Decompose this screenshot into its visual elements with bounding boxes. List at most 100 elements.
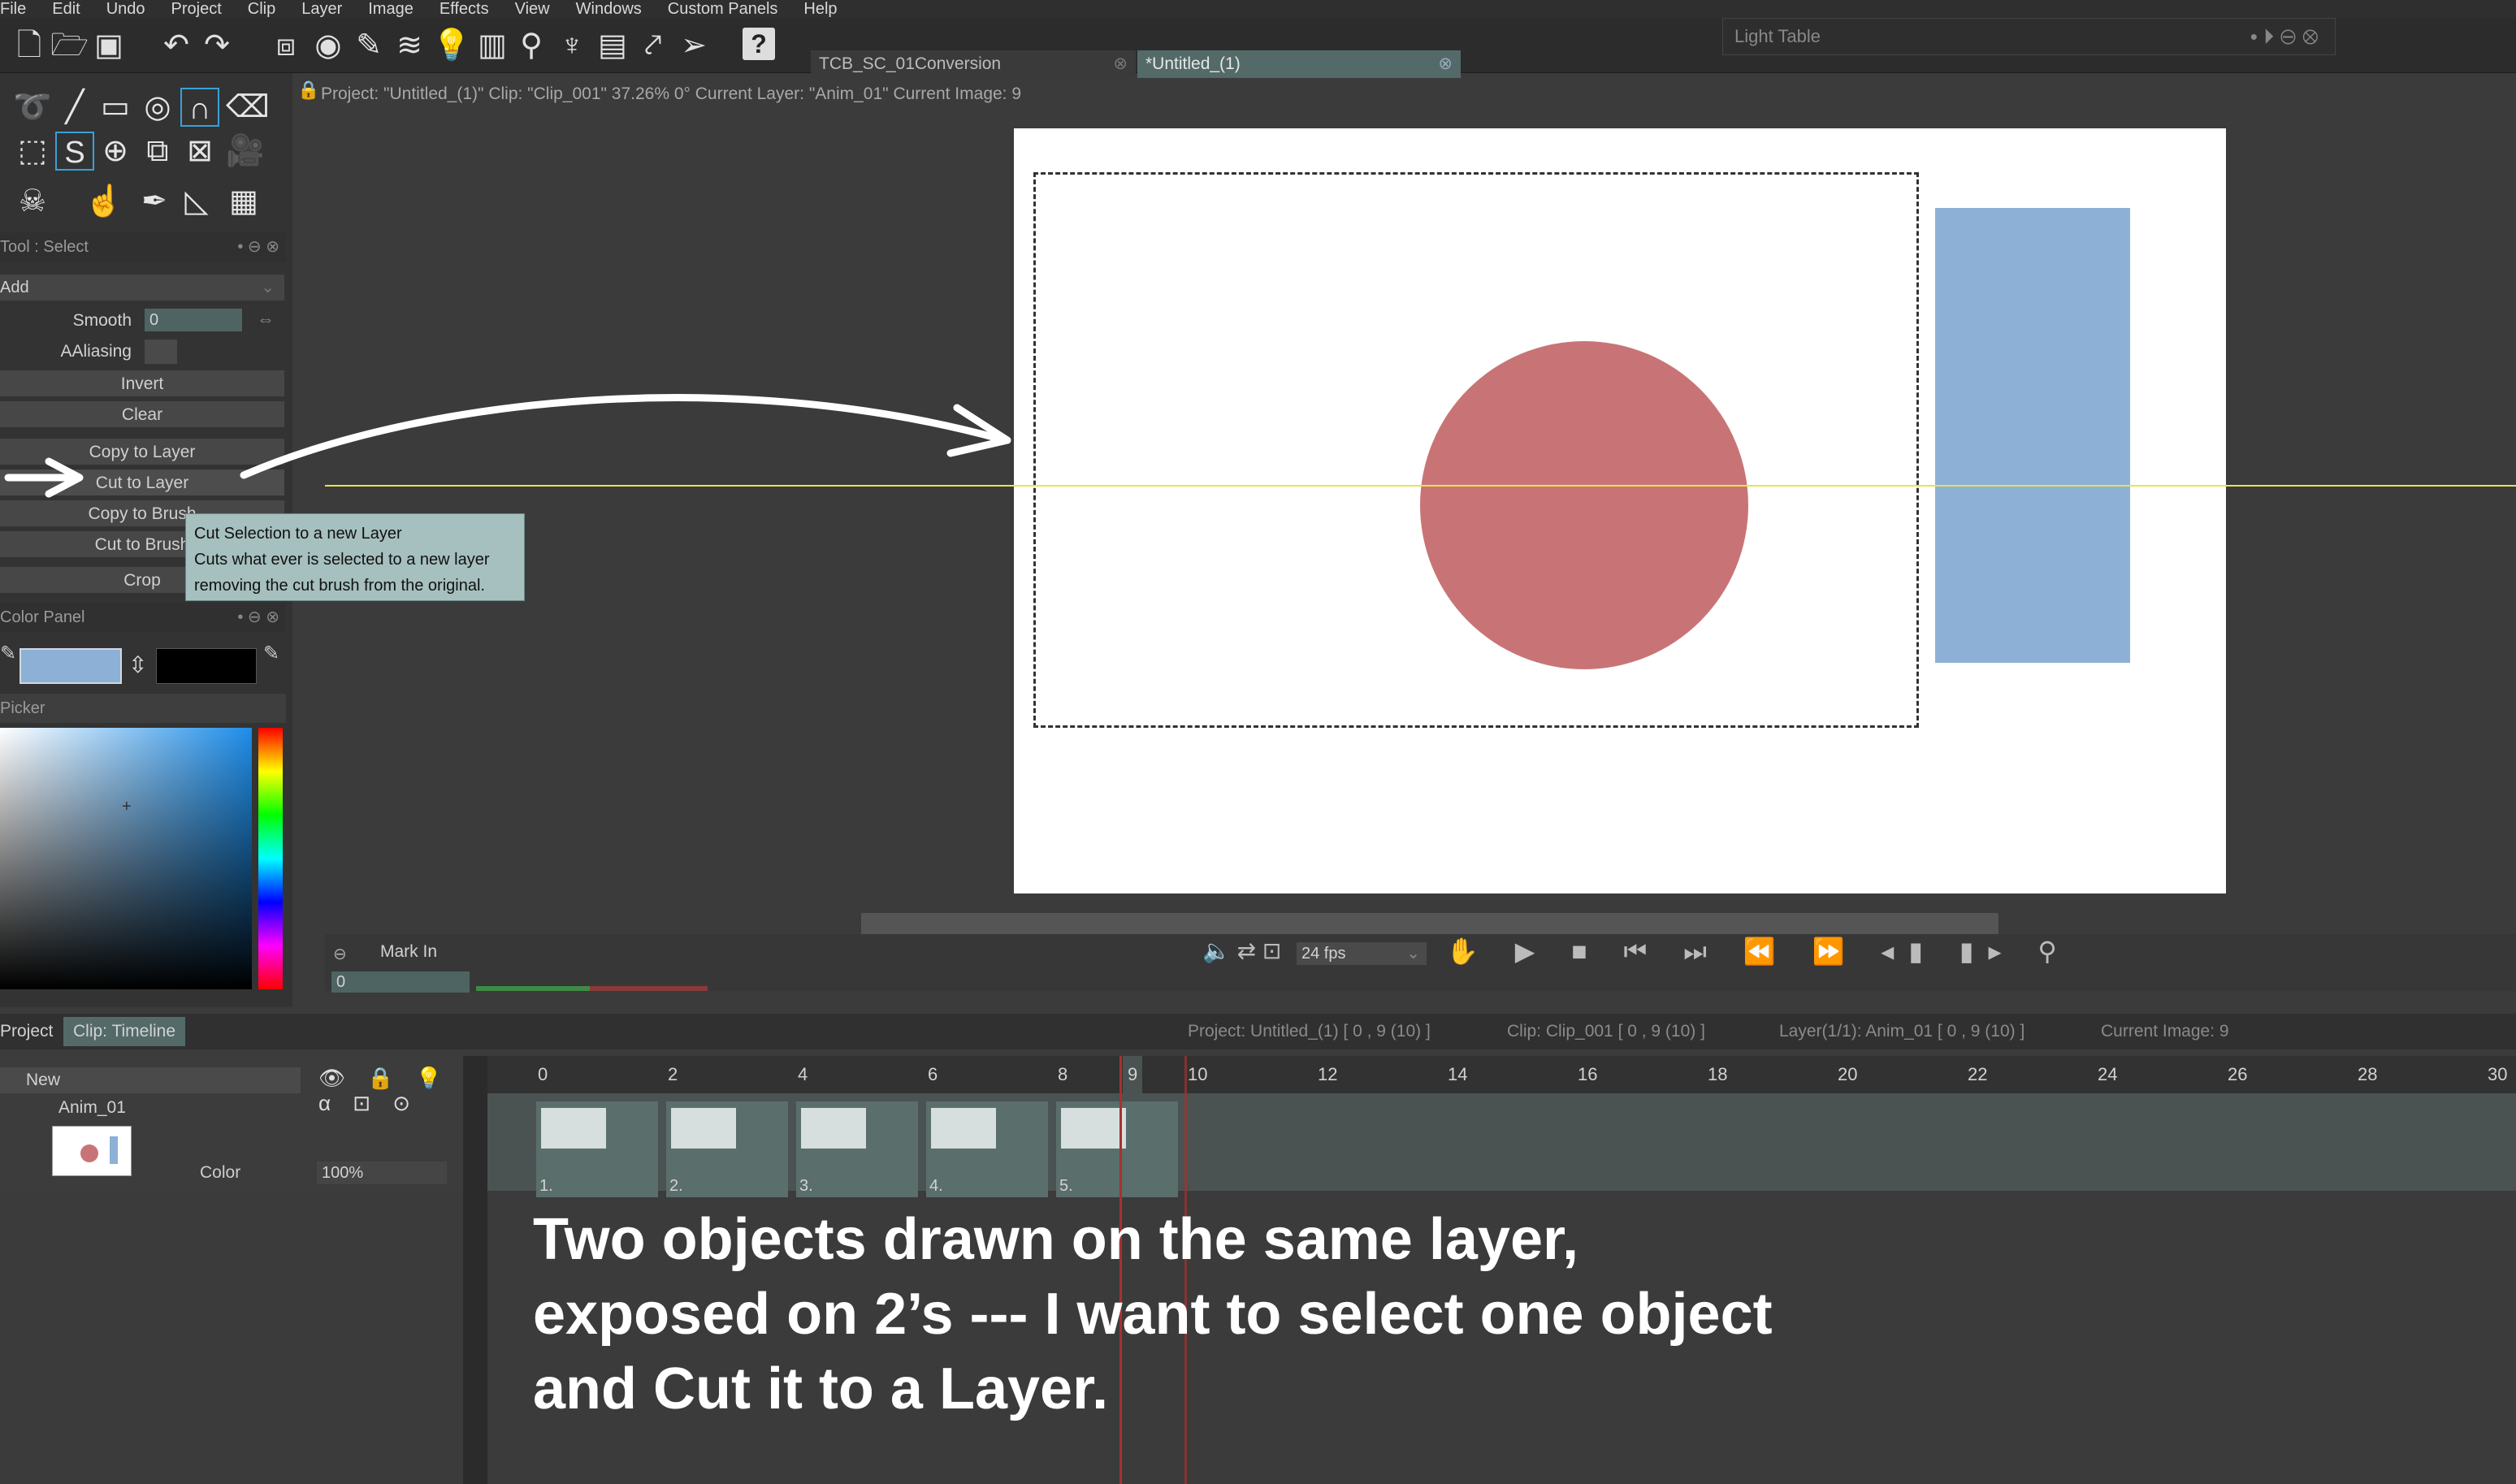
picker-cursor-icon: + bbox=[122, 798, 132, 816]
close-icon[interactable]: ⊗ bbox=[1113, 50, 1128, 78]
marker-icon[interactable]: ⊖ bbox=[333, 944, 347, 964]
color-panel-header: Color Panel • ⊖ ⊗ bbox=[0, 603, 286, 632]
doc-tab-tcb[interactable]: TCB_SC_01Conversion ⊗ bbox=[811, 50, 1136, 78]
tab-project[interactable]: Project bbox=[0, 1014, 53, 1049]
open-folder-icon[interactable]: 🗁 bbox=[50, 28, 89, 63]
onion-skin-icon[interactable]: ♆ bbox=[554, 28, 590, 63]
fps-select[interactable]: 24 fps ⌄ bbox=[1297, 942, 1427, 965]
menu-help[interactable]: Help bbox=[803, 0, 837, 19]
red-circle-object bbox=[1420, 341, 1748, 669]
timeline-track[interactable] bbox=[487, 1093, 2516, 1191]
opacity-input[interactable]: 100% bbox=[317, 1162, 447, 1184]
ruler-tick: 14 bbox=[1448, 1064, 1468, 1084]
menu-windows[interactable]: Windows bbox=[576, 0, 642, 19]
hue-slider[interactable] bbox=[258, 728, 283, 989]
timeline-splitter[interactable] bbox=[463, 1056, 487, 1484]
redo-icon[interactable]: ↷ bbox=[199, 28, 235, 63]
color-wheel-icon[interactable]: ◉ bbox=[310, 28, 346, 63]
menu-view[interactable]: View bbox=[515, 0, 550, 19]
layers-icon[interactable]: ≋ bbox=[392, 28, 427, 63]
frame-label: 5. bbox=[1059, 1177, 1073, 1195]
panel-controls-icon[interactable]: • ⏵ ⊖ ⊗ bbox=[2250, 19, 2319, 54]
search-icon[interactable]: ⚲ bbox=[513, 28, 549, 63]
menu-file[interactable]: File bbox=[0, 0, 26, 19]
lasso-icon[interactable]: ➰ bbox=[13, 88, 52, 127]
eyedropper-icon[interactable]: ✎ bbox=[0, 642, 16, 665]
close-icon[interactable]: ⊗ bbox=[1438, 50, 1453, 78]
ruler-tick: 20 bbox=[1838, 1064, 1858, 1084]
fill-tool-icon[interactable]: ⊕ bbox=[96, 132, 135, 171]
layer-name[interactable]: Anim_01 bbox=[58, 1098, 126, 1118]
timeline-frame[interactable]: 3. bbox=[796, 1101, 918, 1197]
panel-close-icon[interactable]: • ⊖ ⊗ bbox=[237, 603, 279, 632]
rectangle-tool-icon[interactable]: ▭ bbox=[96, 88, 135, 127]
menu-image[interactable]: Image bbox=[368, 0, 414, 19]
swap-colors-icon[interactable]: ⇳ bbox=[128, 651, 147, 678]
graph-icon[interactable]: ⤤ bbox=[635, 28, 671, 63]
smooth-input[interactable]: 0 bbox=[145, 309, 242, 331]
chevron-down-icon: ⌄ bbox=[261, 279, 275, 296]
menu-custom-panels[interactable]: Custom Panels bbox=[668, 0, 778, 19]
doc-tab-untitled[interactable]: *Untitled_(1) ⊗ bbox=[1137, 50, 1461, 78]
tool-panel-title: Tool : Select bbox=[0, 238, 89, 256]
eraser-icon[interactable]: ⌫ bbox=[226, 88, 270, 127]
line-tool-icon[interactable]: ╱ bbox=[55, 88, 94, 127]
ruler-tick: 12 bbox=[1318, 1064, 1338, 1084]
library-icon[interactable]: ▤ bbox=[595, 28, 630, 63]
transform-tool-icon[interactable]: ⧉ bbox=[138, 132, 177, 171]
xsheet-icon[interactable]: ▥ bbox=[474, 28, 510, 63]
timeline-frame[interactable]: 1. bbox=[536, 1101, 658, 1197]
stepper-icon[interactable]: ⇔ bbox=[257, 309, 275, 330]
menu-edit[interactable]: Edit bbox=[52, 0, 80, 19]
new-file-icon[interactable]: 🗋 bbox=[11, 28, 47, 63]
eyedropper-icon[interactable]: ✒ bbox=[135, 182, 174, 221]
toolbox-icon[interactable]: ⧈ bbox=[268, 28, 304, 63]
color-picker-field[interactable] bbox=[0, 728, 252, 989]
camera-icon[interactable]: 🎥 bbox=[226, 132, 265, 171]
mode-select[interactable]: Add ⌄ bbox=[0, 275, 284, 301]
frame-label: 4. bbox=[929, 1177, 943, 1195]
tab-clip-timeline[interactable]: Clip: Timeline bbox=[63, 1017, 186, 1046]
menu-undo[interactable]: Undo bbox=[106, 0, 145, 19]
timeline-ruler[interactable]: 0 2 4 6 8 9 10 12 14 16 18 20 22 24 26 2… bbox=[487, 1056, 2516, 1093]
help-icon[interactable]: ? bbox=[743, 28, 775, 60]
color-panel-title: Color Panel bbox=[0, 608, 85, 626]
transport-left-icons[interactable]: 🔈 ⇄ ⊡ bbox=[1202, 937, 1281, 964]
select-tool-icon[interactable]: S bbox=[55, 132, 94, 171]
layer-toggle-icons[interactable]: 👁 🔒 💡 α ⊡ ⊙ bbox=[318, 1066, 463, 1116]
frame-input[interactable]: 0 bbox=[331, 971, 470, 993]
light-table-icon[interactable]: 💡 bbox=[432, 28, 470, 63]
save-icon[interactable]: ▣ bbox=[91, 28, 127, 63]
timeline-frame[interactable]: 4. bbox=[926, 1101, 1048, 1197]
lock-icon[interactable]: 🔒 bbox=[297, 80, 319, 101]
primary-color-swatch[interactable] bbox=[19, 648, 122, 684]
skull-icon[interactable]: ☠ bbox=[13, 182, 52, 221]
menu-effects[interactable]: Effects bbox=[440, 0, 489, 19]
warp-tool-icon[interactable]: ⊠ bbox=[180, 132, 219, 171]
hand-icon[interactable]: ☝ bbox=[84, 182, 123, 221]
caption-line: and Cut it to a Layer. bbox=[533, 1356, 1109, 1421]
undo-icon[interactable]: ↶ bbox=[158, 28, 194, 63]
ruler-tick: 10 bbox=[1188, 1064, 1208, 1084]
bezier-tool-icon[interactable]: ∩ bbox=[180, 88, 219, 127]
pointer-arrow bbox=[4, 457, 84, 498]
new-layer-select[interactable]: New bbox=[0, 1067, 301, 1093]
secondary-color-swatch[interactable] bbox=[156, 648, 257, 684]
layer-thumbnail[interactable] bbox=[52, 1126, 132, 1176]
mode-value: Add bbox=[0, 279, 29, 296]
brush-icon[interactable]: ✎ bbox=[351, 28, 387, 63]
menu-clip[interactable]: Clip bbox=[248, 0, 275, 19]
timeline-frame[interactable]: 5. bbox=[1056, 1101, 1178, 1197]
grid-tool-icon[interactable]: ▦ bbox=[224, 182, 263, 221]
eyedropper-icon[interactable]: ✎ bbox=[263, 642, 279, 665]
menu-project[interactable]: Project bbox=[171, 0, 222, 19]
playback-controls[interactable]: ✋ ▶ ■ ⏮ ⏭ ⏪ ⏩ ◂▮ ▮▸ ⚲ bbox=[1446, 936, 2072, 967]
ellipse-tool-icon[interactable]: ◎ bbox=[138, 88, 177, 127]
marquee-select-icon[interactable]: ⬚ bbox=[13, 132, 52, 171]
horizontal-scrollbar[interactable] bbox=[861, 913, 1999, 936]
ruler-tool-icon[interactable]: ◺ bbox=[177, 182, 216, 221]
send-icon[interactable]: ➢ bbox=[676, 28, 712, 63]
menu-layer[interactable]: Layer bbox=[301, 0, 342, 19]
panel-close-icon[interactable]: • ⊖ ⊗ bbox=[237, 232, 279, 262]
timeline-frame[interactable]: 2. bbox=[666, 1101, 788, 1197]
